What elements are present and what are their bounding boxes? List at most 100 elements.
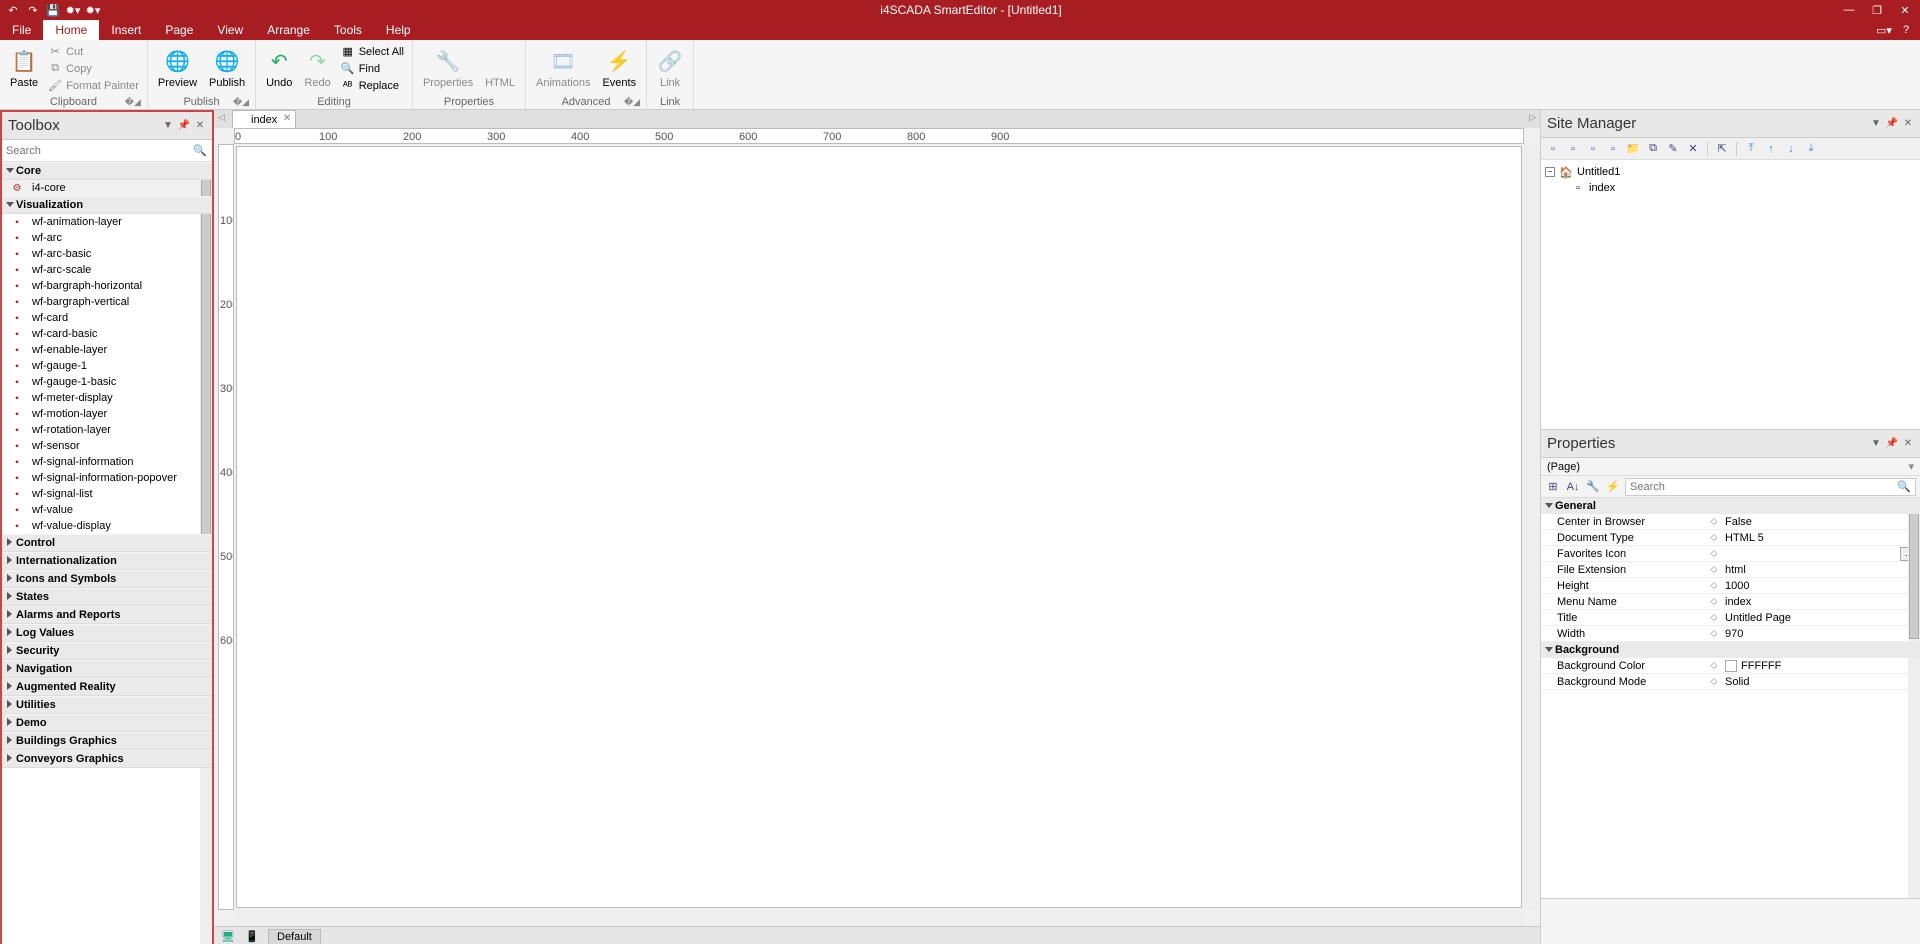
layout-icon[interactable]: ▭▾ (1876, 22, 1892, 38)
toolbox-item-wf-arc-basic[interactable]: ▪wf-arc-basic (2, 246, 212, 262)
move-top-icon[interactable]: ⤒ (1743, 141, 1759, 157)
move-up-icon[interactable]: ↑ (1763, 141, 1779, 157)
menu-page[interactable]: Page (153, 20, 205, 40)
desktop-view-icon[interactable]: 🖥 (220, 929, 236, 944)
prop-row-menu-name[interactable]: Menu Name◇index (1541, 594, 1920, 610)
advanced-marker-icon[interactable]: ◇ (1707, 532, 1721, 543)
toolbox-category-icons-and-symbols[interactable]: Icons and Symbols (2, 570, 212, 588)
prop-row-document-type[interactable]: Document Type◇HTML 5 (1541, 530, 1920, 546)
advanced-marker-icon[interactable]: ◇ (1707, 612, 1721, 623)
advanced-marker-icon[interactable]: ◇ (1707, 564, 1721, 575)
pin-icon[interactable]: 📌 (178, 120, 190, 132)
help-icon[interactable]: ? (1898, 22, 1914, 38)
toolbox-item-wf-value-display[interactable]: ▪wf-value-display (2, 518, 212, 534)
properties-search-input[interactable] (1630, 481, 1897, 493)
toolbox-item-wf-motion-layer[interactable]: ▪wf-motion-layer (2, 406, 212, 422)
dialog-launcher-icon[interactable]: �◢ (233, 97, 249, 108)
toolbox-category-buildings-graphics[interactable]: Buildings Graphics (2, 732, 212, 750)
select-all-button[interactable]: ▦Select All (339, 44, 406, 60)
expand-toggle-icon[interactable]: − (1545, 167, 1555, 177)
move-bottom-icon[interactable]: ⤓ (1803, 141, 1819, 157)
new-page-alt-icon[interactable]: ▫ (1565, 141, 1581, 157)
prop-row-width[interactable]: Width◇970 (1541, 626, 1920, 642)
search-icon[interactable]: 🔍 (1897, 480, 1911, 493)
close-icon[interactable]: ✕ (1898, 3, 1912, 17)
toolbox-category-states[interactable]: States (2, 588, 212, 606)
pin-icon[interactable]: 📌 (1886, 118, 1898, 130)
paste-button[interactable]: 📋Paste (6, 47, 42, 91)
publish-button[interactable]: 🌐Publish (205, 47, 249, 91)
toolbox-item-wf-arc-scale[interactable]: ▪wf-arc-scale (2, 262, 212, 278)
import-icon[interactable]: ⇱ (1714, 141, 1730, 157)
toolbox-item-wf-card[interactable]: ▪wf-card (2, 310, 212, 326)
dialog-launcher-icon[interactable]: �◢ (125, 97, 141, 108)
undo-icon[interactable]: ↶ (6, 3, 20, 17)
design-canvas[interactable] (236, 146, 1522, 908)
prop-row-height[interactable]: Height◇1000 (1541, 578, 1920, 594)
toolbox-item-wf-bargraph-vertical[interactable]: ▪wf-bargraph-vertical (2, 294, 212, 310)
canvas-scrollbar-horizontal[interactable] (234, 910, 1524, 926)
toolbox-item-wf-arc[interactable]: ▪wf-arc (2, 230, 212, 246)
site-page-node[interactable]: ▫ index (1545, 180, 1916, 196)
delete-icon[interactable]: ✕ (1685, 141, 1701, 157)
prop-row-background-mode[interactable]: Background Mode◇Solid (1541, 674, 1920, 690)
dropdown-icon[interactable]: ▼ (162, 120, 174, 132)
categorized-icon[interactable]: ⊞ (1545, 479, 1561, 495)
prop-row-center-in-browser[interactable]: Center in Browser◇False (1541, 514, 1920, 530)
dialog-launcher-icon[interactable]: �◢ (624, 97, 640, 108)
canvas-scrollbar-vertical[interactable] (1524, 144, 1540, 910)
replace-button[interactable]: ᴬᴮReplace (339, 78, 406, 94)
toolbox-category-core[interactable]: Core (2, 162, 212, 180)
redo-icon[interactable]: ↷ (26, 3, 40, 17)
globe-icon[interactable]: ✹▾ (86, 3, 100, 17)
restore-icon[interactable]: ❐ (1870, 3, 1884, 17)
advanced-marker-icon[interactable]: ◇ (1707, 676, 1721, 687)
dropdown-icon[interactable]: ▼ (1870, 438, 1882, 450)
mobile-view-icon[interactable]: 📱 (244, 929, 260, 944)
prop-row-title[interactable]: Title◇Untitled Page (1541, 610, 1920, 626)
minimize-icon[interactable]: — (1842, 3, 1856, 17)
new-master-icon[interactable]: ▫ (1585, 141, 1601, 157)
close-icon[interactable]: ✕ (1902, 118, 1914, 130)
toolbox-item-wf-gauge-1-basic[interactable]: ▪wf-gauge-1-basic (2, 374, 212, 390)
prop-row-favorites-icon[interactable]: Favorites Icon◇… (1541, 546, 1920, 562)
move-down-icon[interactable]: ↓ (1783, 141, 1799, 157)
advanced-marker-icon[interactable]: ◇ (1707, 660, 1721, 671)
pin-icon[interactable]: 📌 (1886, 438, 1898, 450)
save-icon[interactable]: 💾 (46, 3, 60, 17)
find-button[interactable]: 🔍Find (339, 61, 406, 77)
menu-help[interactable]: Help (374, 20, 423, 40)
toolbox-item-wf-sensor[interactable]: ▪wf-sensor (2, 438, 212, 454)
toolbox-item-wf-meter-display[interactable]: ▪wf-meter-display (2, 390, 212, 406)
undo-button[interactable]: ↶Undo (262, 47, 296, 91)
advanced-marker-icon[interactable]: ◇ (1707, 516, 1721, 527)
toolbox-category-augmented-reality[interactable]: Augmented Reality (2, 678, 212, 696)
toolbox-item-wf-card-basic[interactable]: ▪wf-card-basic (2, 326, 212, 342)
prop-row-background-color[interactable]: Background Color◇FFFFFF (1541, 658, 1920, 674)
toolbox-item-wf-gauge-1[interactable]: ▪wf-gauge-1 (2, 358, 212, 374)
tab-nav-left-icon[interactable]: ◁ (218, 112, 225, 123)
toolbox-category-security[interactable]: Security (2, 642, 212, 660)
toolbox-item-wf-value[interactable]: ▪wf-value (2, 502, 212, 518)
prop-category-background[interactable]: Background (1541, 642, 1920, 658)
document-tab-index[interactable]: index ✕ (232, 110, 296, 128)
toolbox-item-wf-enable-layer[interactable]: ▪wf-enable-layer (2, 342, 212, 358)
toolbox-item-wf-signal-information[interactable]: ▪wf-signal-information (2, 454, 212, 470)
toolbox-item-wf-signal-list[interactable]: ▪wf-signal-list (2, 486, 212, 502)
breakpoint-selector[interactable]: Default (268, 929, 321, 944)
close-icon[interactable]: ✕ (1902, 438, 1914, 450)
toolbox-item-wf-bargraph-horizontal[interactable]: ▪wf-bargraph-horizontal (2, 278, 212, 294)
menu-file[interactable]: File (0, 20, 43, 40)
toolbox-category-demo[interactable]: Demo (2, 714, 212, 732)
toolbox-category-alarms-and-reports[interactable]: Alarms and Reports (2, 606, 212, 624)
toolbox-item-wf-rotation-layer[interactable]: ▪wf-rotation-layer (2, 422, 212, 438)
advanced-marker-icon[interactable]: ◇ (1707, 548, 1721, 559)
tab-close-icon[interactable]: ✕ (283, 113, 291, 124)
toolbox-item-wf-animation-layer[interactable]: ▪wf-animation-layer (2, 214, 212, 230)
advanced-marker-icon[interactable]: ◇ (1707, 580, 1721, 591)
preview-button[interactable]: 🌐Preview (154, 47, 201, 91)
menu-view[interactable]: View (205, 20, 255, 40)
wrench-icon[interactable]: 🔧 (1585, 479, 1601, 495)
edit-icon[interactable]: ✎ (1665, 141, 1681, 157)
events-button[interactable]: ⚡Events (598, 47, 640, 91)
